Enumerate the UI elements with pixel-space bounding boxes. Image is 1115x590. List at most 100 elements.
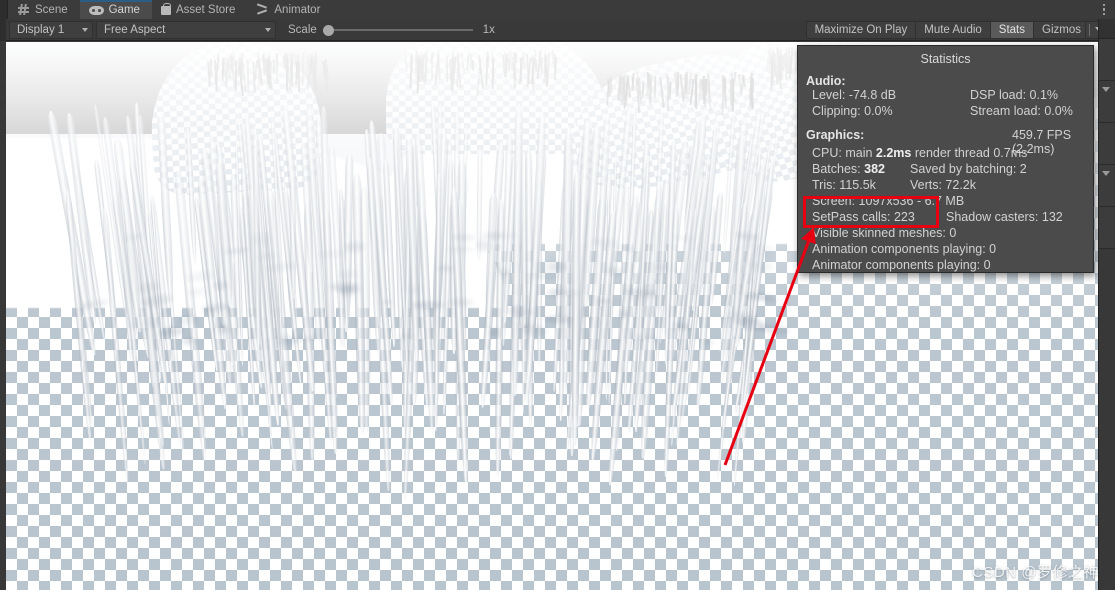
scene-bristle [531,57,534,80]
scale-slider-track [322,28,473,31]
statistics-panel: Statistics Audio: Level: -74.8 dB DSP lo… [797,45,1094,273]
animation-components-value: Animation components playing: 0 [812,242,997,256]
audio-clipping-value: Clipping: 0.0% [812,104,893,118]
inspector-component-row[interactable] [1099,165,1115,207]
mute-audio-label: Mute Audio [924,23,982,36]
audio-level-value: Level: -74.8 dB [812,88,897,102]
tab-scene-label: Scene [35,3,68,16]
grid-icon [17,3,30,16]
animator-arrows-icon [256,3,269,16]
tris-value: Tris: 115.5k [812,178,876,192]
chevron-down-icon[interactable] [1102,171,1110,176]
verts-value: Verts: 72.2k [910,178,977,192]
scene-strand-shadow [446,246,474,252]
aspect-ratio-label: Free Aspect [104,23,166,36]
dsp-load-value: DSP load: 0.1% [970,88,1059,102]
more-options-icon[interactable] [1093,0,1115,19]
animator-components-row: Animator components playing: 0 [798,258,1093,274]
scene-strand-shadow [395,333,415,340]
tris-row: Tris: 115.5k Verts: 72.2k [798,178,1093,194]
batches-value: 382 [864,162,885,176]
audio-clipping-row: Clipping: 0.0% Stream load: 0.0% [798,104,1093,120]
tab-scene[interactable]: Scene [8,0,80,19]
scene-bristle [471,59,474,71]
animation-components-row: Animation components playing: 0 [798,242,1093,258]
inspector-header [1099,19,1115,39]
graphics-heading-row: Graphics: 459.7 FPS (2.2ms) [798,128,1093,156]
statistics-title: Statistics [920,52,971,66]
tab-bar-spacer [332,0,1093,19]
tab-animator-label: Animator [274,3,321,16]
screen-value: Screen: 1097x536 - 6.7 MB [812,194,965,208]
display-dropdown-label: Display 1 [17,23,65,36]
cpu-row: CPU: main 2.2ms render thread 0.7ms [798,146,1093,162]
tab-animator[interactable]: Animator [247,0,333,19]
gizmos-label: Gizmos [1042,23,1081,36]
display-dropdown[interactable]: Display 1 [9,20,93,39]
aspect-ratio-dropdown[interactable]: Free Aspect [96,20,276,39]
unity-editor-window: Scene Game Asset Store Animator Display … [0,0,1115,590]
stats-label: Stats [998,23,1026,36]
maximize-on-play-button[interactable]: Maximize On Play [805,20,916,39]
tab-bar-notch [0,0,8,19]
scale-label: Scale [288,23,317,36]
watermark: CSDN @罗修之神 [972,564,1099,581]
scene-bristle [314,52,318,68]
inspector-component-row[interactable] [1099,123,1115,165]
scene-bristle [272,59,276,74]
tab-game-label: Game [108,3,140,16]
tab-bar: Scene Game Asset Store Animator [0,0,1115,19]
scene-bristle [751,78,754,94]
scene-bristle [246,60,250,93]
stream-load-value: Stream load: 0.0% [970,104,1073,118]
stats-button[interactable]: Stats [989,20,1034,39]
batches-row: Batches: 382 Saved by batching: 2 [798,162,1093,178]
scale-value: 1x [482,23,495,36]
scene-strand-shadow [438,265,454,272]
saved-by-batching-value: Saved by batching: 2 [910,162,1027,176]
scene-strand-shadow [617,309,629,319]
tab-game[interactable]: Game [79,0,153,19]
scale-control: Scale 1x [288,23,495,37]
scene-bristle [268,61,273,74]
scene-bristle [775,47,778,82]
cpu-prefix: CPU: main [812,146,876,160]
scene-bristle [553,53,557,81]
toolbar-notch [0,18,6,41]
scale-slider[interactable] [322,23,473,37]
inspector-component-row[interactable] [1099,207,1115,249]
mute-audio-button[interactable]: Mute Audio [915,20,990,39]
scene-bristle [729,79,733,106]
scene-bristle [519,57,522,82]
shopping-bag-icon [160,2,171,15]
scene-bristle [430,54,433,82]
inspector-component-row[interactable] [1099,81,1115,123]
visible-skinned-meshes-value: Visible skinned meshes: 0 [812,226,957,240]
chevron-down-icon[interactable] [1102,87,1110,92]
tab-asset-store-label: Asset Store [175,3,236,16]
inspector-component-row[interactable] [1099,39,1115,81]
chevron-down-icon [82,27,88,32]
kebab-dot [1102,3,1106,7]
gamepad-icon [88,5,104,15]
animator-components-value: Animator components playing: 0 [812,258,991,272]
graphics-section-heading: Graphics: [806,128,865,142]
cpu-main-value: 2.2ms [875,146,912,160]
setpass-calls-row: SetPass calls: 223 Shadow casters: 132 [798,210,1093,226]
gizmos-button[interactable]: Gizmos [1033,20,1085,39]
scale-slider-handle[interactable] [322,24,334,36]
cpu-suffix: render thread 0.7ms [911,146,1028,160]
toolbar-divider [1089,23,1090,36]
screen-row: Screen: 1097x536 - 6.7 MB [798,194,1093,210]
chevron-down-icon [265,27,271,32]
kebab-dot [1102,12,1106,16]
tab-asset-store[interactable]: Asset Store [151,0,248,19]
scene-strand-shadow [406,284,422,294]
inspector-panel-sliver[interactable] [1098,19,1115,590]
scene-bristle [445,55,448,83]
audio-section-heading: Audio: [806,74,846,88]
maximize-on-play-label: Maximize On Play [814,23,908,36]
shadow-casters-value: Shadow casters: 132 [946,210,1063,224]
scene-bristle [620,78,623,103]
